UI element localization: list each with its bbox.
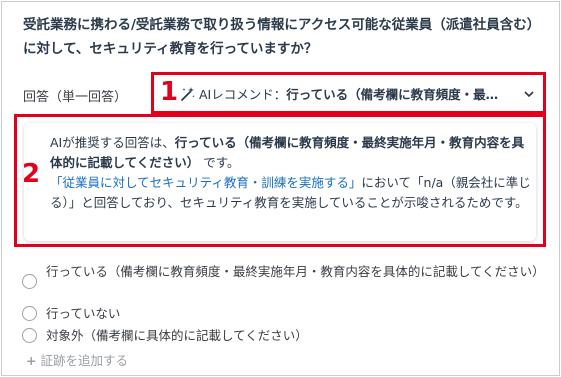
ai-recommendation-panel: AIが推奨する回答は、行っている（備考欄に教育頻度・最終実施年月・教育内容を具体…: [14, 114, 546, 247]
option-label: 行っていない: [46, 306, 121, 321]
chevron-down-icon[interactable]: [523, 88, 535, 100]
option-label: 行っている（備考欄に教育頻度・最終実施年月・教育内容を具体的に記載してください）: [46, 264, 545, 279]
dropdown-selected-value: AIレコメンド：行っている（備考欄に教育頻度・最…: [199, 86, 519, 104]
option-label: 対象外（備考欄に具体的に記載してください）: [46, 328, 308, 343]
reco-related-question-link[interactable]: 「従業員に対してセキュリティ教育・訓練を実施する」: [50, 175, 361, 190]
reco-text-1: AIが推奨する回答は、: [50, 135, 175, 150]
add-evidence-label: 証跡を追加する: [40, 353, 128, 368]
magic-wand-icon: [181, 87, 195, 101]
radio-button[interactable]: [22, 274, 37, 289]
option-yes[interactable]: 行っている（備考欄に教育頻度・最終実施年月・教育内容を具体的に記載してください）: [22, 262, 547, 304]
add-evidence-button[interactable]: + 証跡を追加する: [26, 350, 128, 369]
answer-type-label: 回答（単一回答）: [23, 90, 128, 105]
option-no[interactable]: 行っていない: [22, 304, 547, 326]
ai-recommend-dropdown[interactable]: 1 AIレコメンド：行っている（備考欄に教育頻度・最…: [151, 72, 546, 114]
dropdown-value: 行っている（備考欄に教育頻度・最…: [286, 87, 499, 102]
callout-number-1: 1: [160, 77, 179, 107]
reco-text-3: です。: [203, 155, 240, 170]
plus-icon: +: [26, 353, 37, 368]
recommendation-text: AIが推奨する回答は、行っている（備考欄に教育頻度・最終実施年月・教育内容を具体…: [50, 133, 536, 213]
question-line-2: に対して、セキュリティ教育を行っていますか？: [23, 41, 318, 57]
dropdown-prefix: AIレコメンド：: [199, 87, 287, 102]
callout-number-2: 2: [22, 159, 41, 189]
recommendation-card: AIが推奨する回答は、行っている（備考欄に教育頻度・最終実施年月・教育内容を具体…: [24, 123, 536, 241]
radio-button[interactable]: [22, 328, 37, 343]
option-not-applicable[interactable]: 対象外（備考欄に具体的に記載してください）: [22, 326, 547, 348]
answer-options: 行っている（備考欄に教育頻度・最終実施年月・教育内容を具体的に記載してください）…: [22, 262, 547, 348]
question-line-1: 受託業務に携わる/受託業務で取り扱う情報にアクセス可能な従業員（派遣社員含む）: [23, 17, 541, 33]
question-text: 受託業務に携わる/受託業務で取り扱う情報にアクセス可能な従業員（派遣社員含む） …: [23, 13, 543, 61]
radio-button[interactable]: [22, 306, 37, 321]
